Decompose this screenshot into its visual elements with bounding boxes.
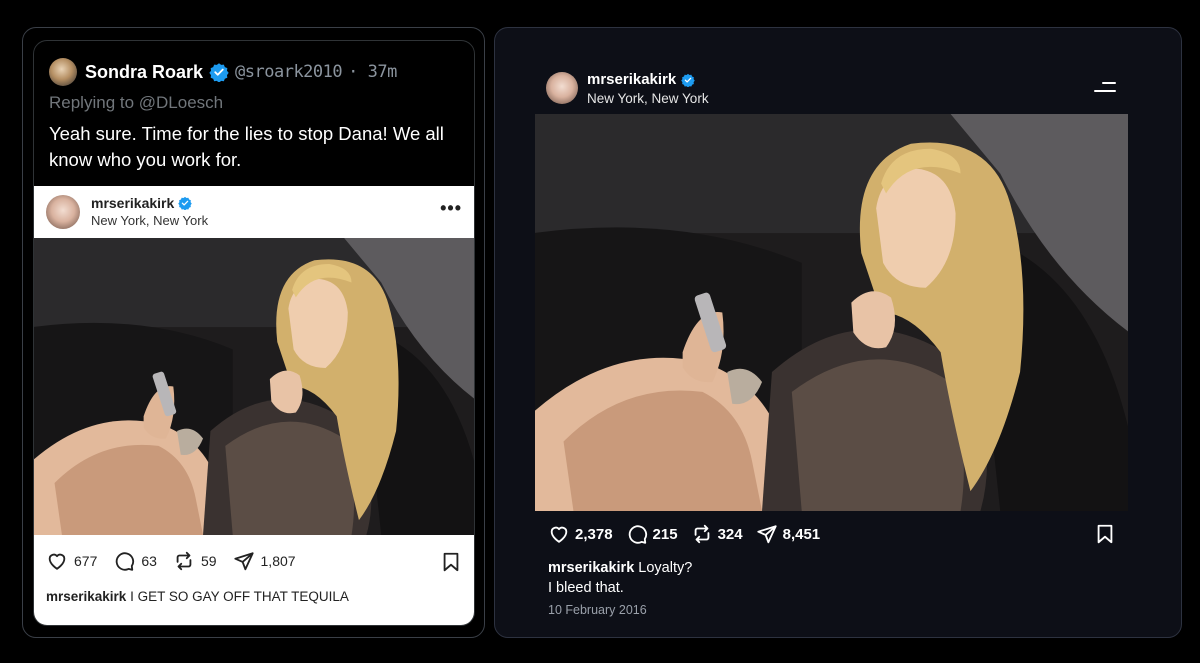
embedded-instagram-post[interactable]: mrserikakirk New York, New York ••• 677 …	[34, 186, 475, 625]
more-options-icon[interactable]: •••	[440, 198, 462, 219]
avatar[interactable]	[49, 58, 77, 86]
post-location[interactable]: New York, New York	[91, 213, 208, 228]
tweet-time[interactable]: · 37m	[348, 62, 397, 82]
repost-icon[interactable]	[691, 523, 713, 545]
post-date: 10 February 2016	[548, 603, 647, 617]
post-actions: 2,378 215 324 8,451	[548, 522, 828, 546]
bookmark-icon[interactable]	[1094, 522, 1116, 546]
post-location[interactable]: New York, New York	[587, 91, 709, 106]
author-handle[interactable]: @sroark2010	[235, 62, 343, 82]
post-caption: mrserikakirk Loyalty? I bleed that.	[548, 558, 692, 598]
verified-badge-icon	[681, 73, 695, 87]
caption-line-1: Loyalty?	[634, 560, 693, 576]
post-username[interactable]: mrserikakirk	[587, 71, 695, 88]
replying-to[interactable]: Replying to @DLoesch	[49, 93, 223, 113]
send-icon[interactable]	[233, 550, 255, 572]
post-header: mrserikakirk New York, New York •••	[34, 186, 474, 238]
tweet-header: Sondra Roark @sroark2010 · 37m	[49, 57, 397, 87]
post-photo[interactable]	[34, 238, 475, 535]
comment-icon[interactable]	[626, 523, 648, 545]
post-actions: 677 63 59 1,807	[46, 549, 306, 573]
like-count: 677	[74, 553, 98, 569]
post-username[interactable]: mrserikakirk	[91, 195, 192, 211]
left-screenshot-panel: Sondra Roark @sroark2010 · 37m Replying …	[22, 27, 485, 638]
caption-line-2: I bleed that.	[548, 580, 624, 596]
repost-count: 59	[200, 553, 217, 569]
repost-icon[interactable]	[173, 550, 195, 572]
tweet-text: Yeah sure. Time for the lies to stop Dan…	[49, 123, 444, 170]
heart-icon[interactable]	[548, 523, 570, 545]
caption-username[interactable]: mrserikakirk	[46, 589, 126, 604]
menu-icon[interactable]	[1094, 80, 1116, 94]
like-count: 2,378	[575, 525, 613, 543]
caption-username[interactable]: mrserikakirk	[548, 560, 634, 576]
author-name[interactable]: Sondra Roark	[85, 62, 203, 83]
heart-icon[interactable]	[46, 550, 68, 572]
post-photo[interactable]	[535, 114, 1128, 511]
comment-count: 63	[141, 553, 157, 569]
avatar[interactable]	[46, 195, 80, 229]
username-text[interactable]: mrserikakirk	[91, 195, 174, 211]
avatar[interactable]	[546, 72, 578, 104]
share-count: 8,451	[782, 525, 821, 543]
bookmark-icon[interactable]	[440, 550, 462, 574]
comment-count: 215	[652, 525, 678, 543]
verified-badge-icon	[209, 62, 229, 82]
verified-badge-icon	[178, 196, 192, 210]
repost-count: 324	[717, 525, 743, 543]
tweet-card[interactable]: Sondra Roark @sroark2010 · 37m Replying …	[33, 40, 475, 626]
comment-icon[interactable]	[113, 550, 135, 572]
username-text[interactable]: mrserikakirk	[587, 71, 676, 88]
caption-text: I GET SO GAY OFF THAT TEQUILA	[126, 589, 349, 604]
post-caption: mrserikakirk I GET SO GAY OFF THAT TEQUI…	[46, 589, 349, 604]
share-count: 1,807	[260, 553, 296, 569]
send-icon[interactable]	[756, 523, 778, 545]
